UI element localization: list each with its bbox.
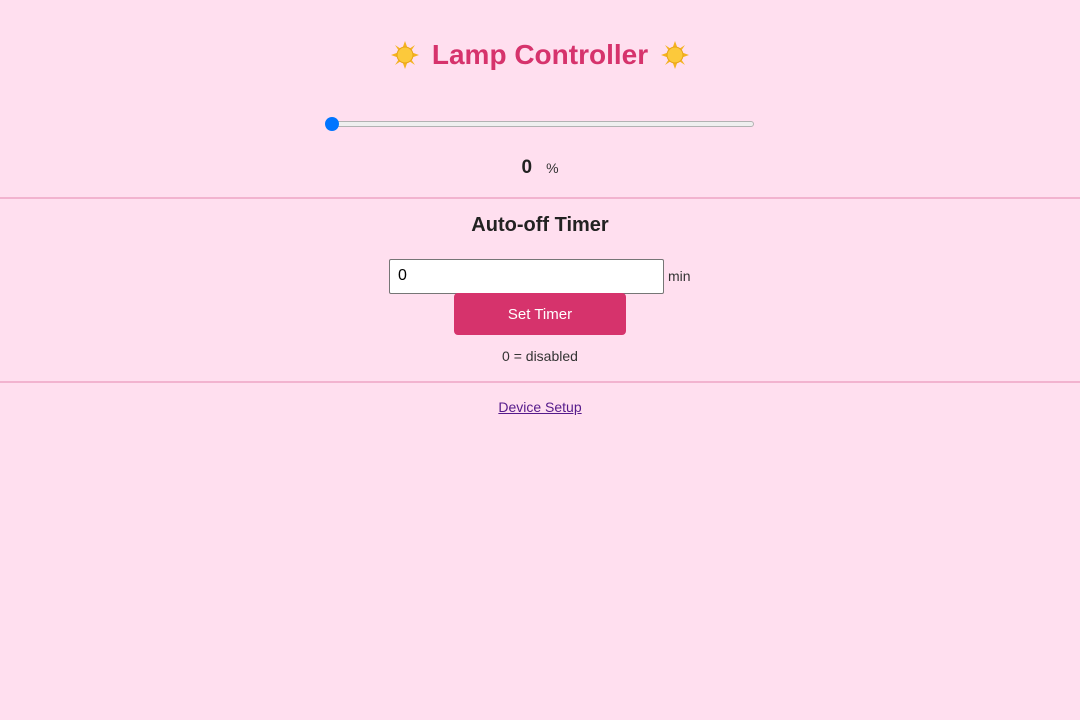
brightness-readout: 0 % — [0, 157, 1080, 179]
timer-input-row: min — [389, 258, 691, 294]
brightness-slider[interactable] — [324, 114, 756, 134]
device-setup-link[interactable]: Device Setup — [498, 399, 581, 415]
divider — [0, 197, 1080, 199]
lamp-controller-page: Lamp Controller 0 % Auto-off Timer 0 min… — [0, 0, 1080, 720]
divider — [0, 381, 1080, 383]
sun-icon — [390, 41, 419, 69]
timer-minutes-input[interactable] — [389, 258, 664, 294]
slider-thumb[interactable] — [325, 117, 339, 131]
footer: Device Setup — [0, 399, 1080, 417]
sun-icon — [661, 41, 690, 69]
brightness-unit: % — [546, 160, 559, 176]
set-timer-button[interactable]: Set Timer — [454, 293, 626, 335]
timer-unit-label: min — [668, 268, 691, 284]
page-title: Lamp Controller — [431, 39, 649, 70]
slider-track[interactable] — [332, 121, 754, 127]
title-row: Lamp Controller — [0, 34, 1080, 76]
timer-hint: 0 = disabled — [502, 348, 578, 364]
brightness-value: 0 — [521, 157, 533, 178]
timer-heading: Auto-off Timer — [471, 214, 609, 236]
